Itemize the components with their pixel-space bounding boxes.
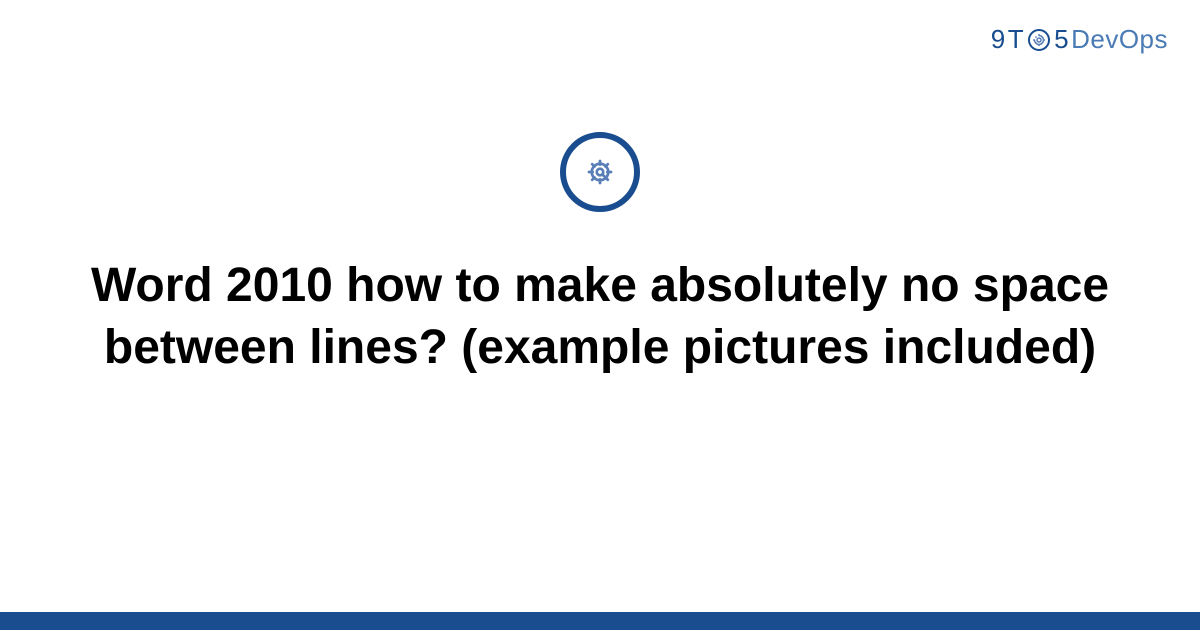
brand-logo: 9 T 5 DevOps bbox=[991, 24, 1168, 55]
brand-gear-icon bbox=[1027, 28, 1051, 52]
brand-part-devops: DevOps bbox=[1071, 24, 1168, 55]
bottom-accent-bar bbox=[0, 612, 1200, 630]
brand-part-nine: 9 bbox=[991, 24, 1006, 55]
center-gear-icon bbox=[560, 132, 640, 212]
brand-part-t: T bbox=[1008, 24, 1024, 55]
brand-part-five: 5 bbox=[1054, 24, 1069, 55]
page-title: Word 2010 how to make absolutely no spac… bbox=[80, 255, 1120, 380]
